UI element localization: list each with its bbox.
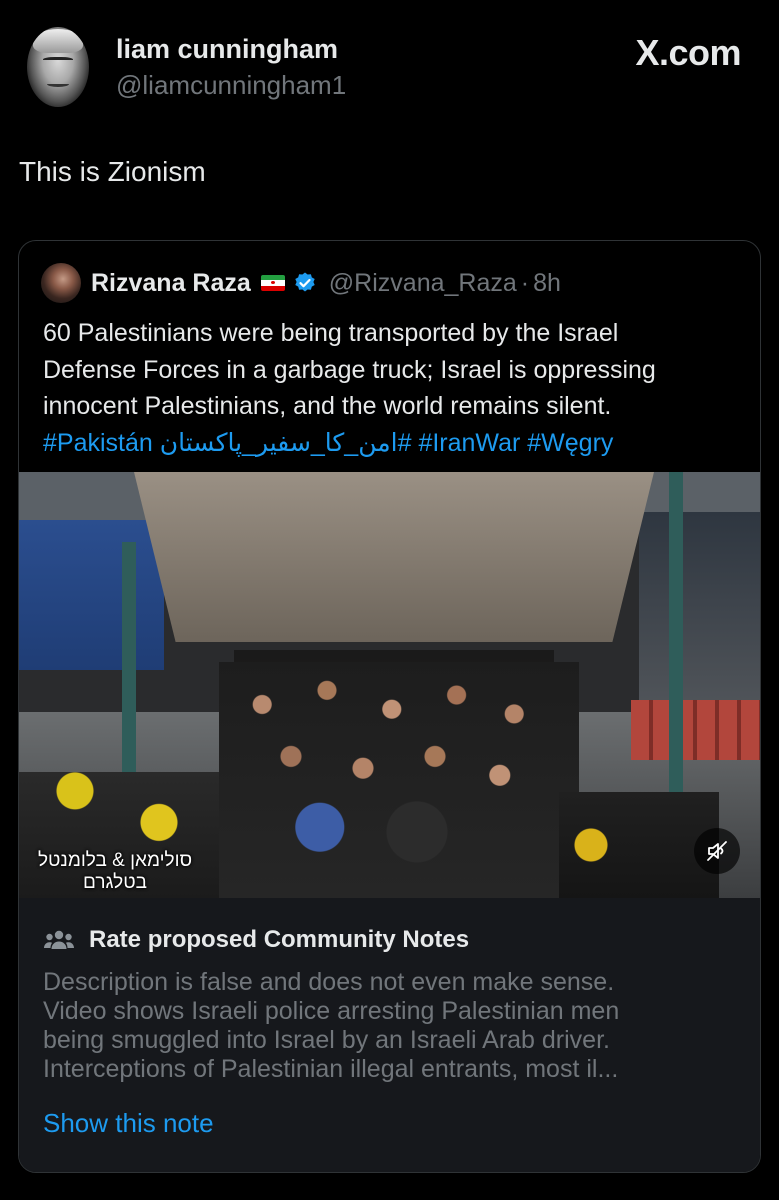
community-note-text: Description is false and does not even m… (43, 968, 743, 1084)
quoted-post-card[interactable]: Rizvana Raza @Rizvana_Raza · 8h 60 Pales… (18, 240, 761, 1173)
iran-flag-icon (260, 275, 285, 291)
note-text-line: Description is false and does not even m… (43, 968, 615, 996)
meta-separator: · (520, 268, 530, 297)
quoted-post-header: Rizvana Raza @Rizvana_Raza · 8h (41, 263, 561, 303)
post-page: liam cunningham @liamcunningham1 X.com T… (0, 0, 779, 1200)
video-watermark: סולימאן & בלומנטל בטלגרם (25, 850, 205, 894)
video-player[interactable]: סולימאן & בלומנטל בטלגרם (19, 472, 760, 898)
hashtag-row: #Pakistán #امن_کا_سفیر_پاکستان #IranWar … (43, 425, 743, 462)
hashtag-link[interactable]: #IranWar (418, 429, 520, 457)
hashtag-link[interactable]: #امن_کا_سفیر_پاکستان (160, 429, 412, 457)
x-brand-logo: X.com (635, 32, 741, 73)
author-name[interactable]: liam cunningham (116, 34, 338, 65)
quoted-author-name[interactable]: Rizvana Raza (91, 269, 251, 298)
quoted-text-line: 60 Palestinians were being transported b… (43, 319, 619, 347)
hashtag-link[interactable]: #Węgry (527, 429, 613, 457)
quoted-author-avatar[interactable] (41, 263, 81, 303)
post-timestamp[interactable]: 8h (533, 269, 561, 298)
post-text: This is Zionism (19, 156, 206, 187)
community-notes-title: Rate proposed Community Notes (89, 926, 470, 953)
note-text-line: Video shows Israeli police arresting Pal… (43, 997, 620, 1025)
hashtag-link[interactable]: #Pakistán (43, 429, 153, 457)
watermark-line: בטלגרם (83, 872, 147, 893)
quoted-post-text: 60 Palestinians were being transported b… (43, 315, 743, 461)
author-avatar[interactable] (27, 27, 89, 107)
quoted-text-line: Defense Forces in a garbage truck; Israe… (43, 355, 656, 384)
note-text-line: being smuggled into Israel by an Israeli… (43, 1026, 610, 1054)
people-icon (44, 930, 74, 949)
verified-badge-icon (295, 272, 315, 292)
quoted-text-line: innocent Palestinians, and the world rem… (43, 392, 612, 420)
show-note-button[interactable]: Show this note (43, 1108, 214, 1139)
speaker-muted-icon[interactable] (694, 828, 740, 874)
community-notes-panel: Rate proposed Community Notes Descriptio… (19, 898, 760, 1172)
quoted-author-handle[interactable]: @Rizvana_Raza (329, 269, 517, 298)
author-handle[interactable]: @liamcunningham1 (116, 70, 346, 101)
note-text-line: Interceptions of Palestinian illegal ent… (43, 1055, 619, 1083)
community-notes-header: Rate proposed Community Notes (43, 924, 469, 956)
watermark-line: סולימאן & בלומנטל (37, 850, 193, 871)
